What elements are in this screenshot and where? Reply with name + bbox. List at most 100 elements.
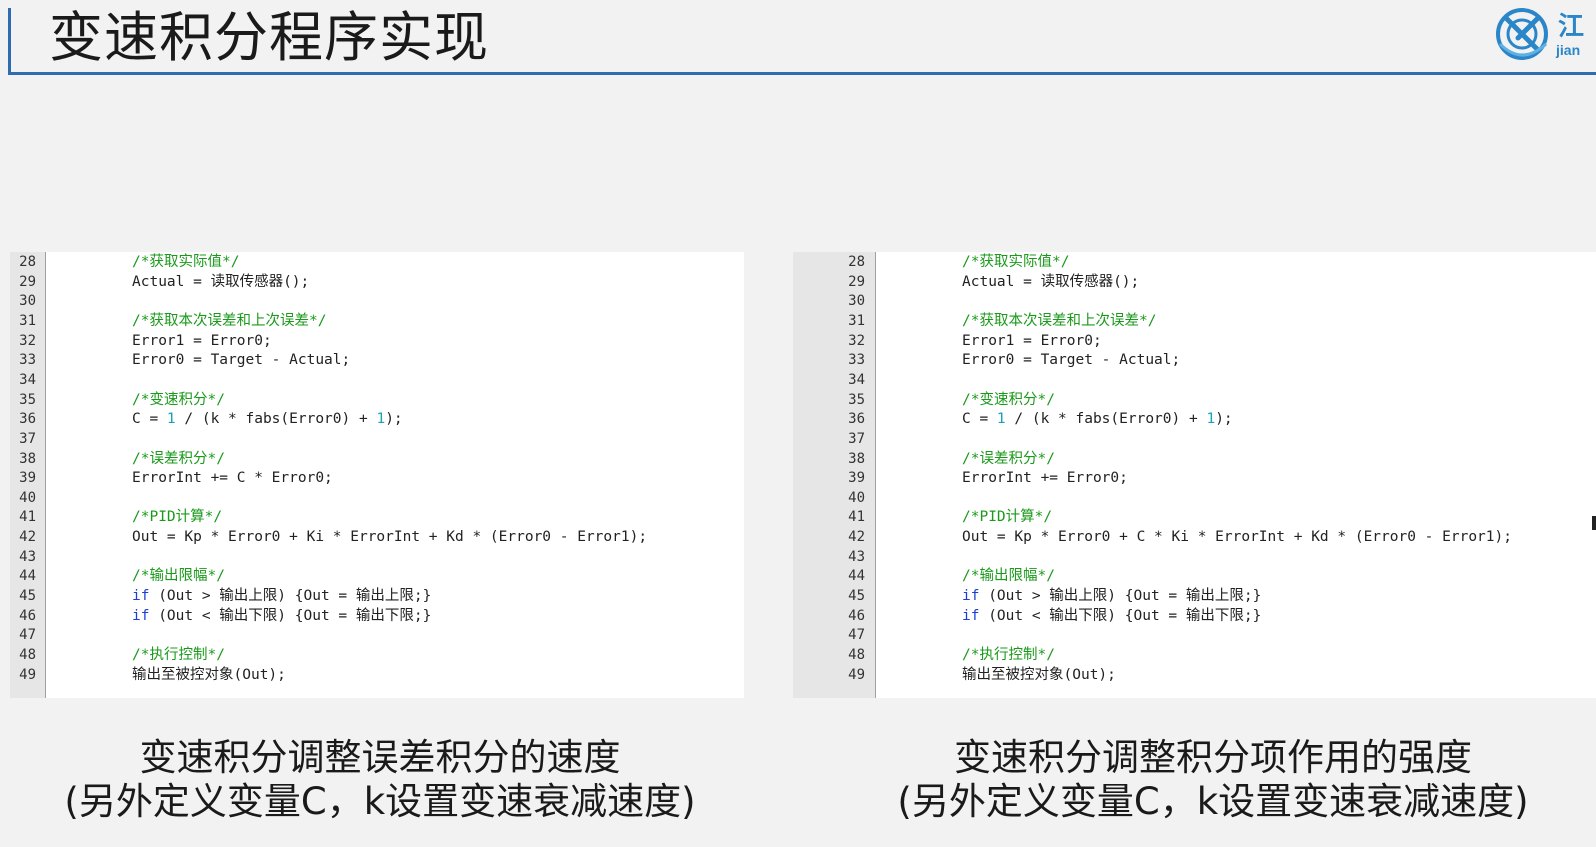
- line-number: 35: [848, 391, 865, 408]
- code-line: 45 if (Out > 输出上限) {Out = 输出上限;}: [10, 586, 744, 606]
- code-line: 28 /*获取实际值*/: [793, 252, 1596, 272]
- line-number: 33: [848, 352, 865, 369]
- caption-right-line2: (另外定义变量C，k设置变速衰减速度): [897, 780, 1529, 823]
- line-number: 43: [848, 548, 865, 565]
- code-line: 44 /*输出限幅*/: [10, 566, 744, 586]
- code-text: /*变速积分*/: [962, 391, 1055, 408]
- code-line: 44 /*输出限幅*/: [793, 566, 1596, 586]
- code-text: Actual = 读取传感器();: [962, 273, 1140, 290]
- line-number: 44: [19, 568, 36, 585]
- code-text: /*变速积分*/: [132, 391, 225, 408]
- code-line: 48 /*执行控制*/: [793, 645, 1596, 665]
- code-text: Error0 = Target - Actual;: [132, 352, 351, 369]
- code-line: 43: [10, 547, 744, 567]
- code-text: Out = Kp * Error0 + C * Ki * ErrorInt + …: [962, 529, 1512, 546]
- line-number: 40: [848, 489, 865, 506]
- caption-right: 变速积分调整积分项作用的强度 (另外定义变量C，k设置变速衰减速度): [853, 736, 1573, 824]
- line-number: 37: [19, 430, 36, 447]
- code-text: /*执行控制*/: [132, 647, 225, 663]
- code-text: /*PID计算*/: [132, 509, 223, 526]
- line-number: 34: [848, 371, 865, 388]
- code-line: 40: [793, 488, 1596, 508]
- code-text: /*PID计算*/: [962, 509, 1053, 526]
- code-line: 30: [10, 291, 744, 311]
- code-line: 33 Error0 = Target - Actual;: [793, 350, 1596, 370]
- line-number: 40: [19, 489, 36, 506]
- line-number: 47: [848, 627, 865, 644]
- line-number: 48: [19, 647, 36, 663]
- code-text: Error1 = Error0;: [962, 332, 1102, 349]
- code-panel-left: 28 /*获取实际值*/ 29 Actual = 读取传感器(); 30 31 /*获取本次…: [10, 252, 744, 698]
- code-line: 36 C = 1 / (k * fabs(Error0) + 1);: [10, 409, 744, 429]
- line-number: 33: [19, 352, 36, 369]
- line-number: 39: [19, 470, 36, 487]
- code-text: /*获取本次误差和上次误差*/: [132, 312, 327, 329]
- code-text: /*获取实际值*/: [962, 254, 1070, 270]
- caption-left-line1: 变速积分调整误差积分的速度: [139, 736, 621, 779]
- code-line: 39 ErrorInt += Error0;: [793, 468, 1596, 488]
- caption-right-line1: 变速积分调整积分项作用的强度: [954, 736, 1472, 779]
- code-line: 29 Actual = 读取传感器();: [10, 272, 744, 292]
- code-text: /*输出限幅*/: [132, 568, 225, 585]
- code-line: 35 /*变速积分*/: [10, 390, 744, 410]
- code-line: 39 ErrorInt += C * Error0;: [10, 468, 744, 488]
- line-number: 45: [848, 588, 865, 605]
- code-line: 31 /*获取本次误差和上次误差*/: [10, 311, 744, 331]
- code-text: ErrorInt += C * Error0;: [132, 470, 333, 487]
- code-line: 34: [793, 370, 1596, 390]
- code-line: 31 /*获取本次误差和上次误差*/: [793, 311, 1596, 331]
- line-number: 30: [848, 293, 865, 310]
- line-number: 31: [19, 312, 36, 329]
- line-number: 48: [848, 647, 865, 663]
- code-text: Out = Kp * Error0 + Ki * ErrorInt + Kd *…: [132, 529, 648, 546]
- logo-emblem-icon: [1496, 8, 1548, 60]
- caption-left-line2: (另外定义变量C，k设置变速衰减速度): [64, 780, 696, 823]
- code-line: 43: [793, 547, 1596, 567]
- line-number: 45: [19, 588, 36, 605]
- line-number: 35: [19, 391, 36, 408]
- code-line: 38 /*误差积分*/: [10, 449, 744, 469]
- code-text: if (Out < 输出下限) {Out = 输出下限;}: [132, 607, 432, 624]
- line-number: 47: [19, 627, 36, 644]
- caption-left: 变速积分调整误差积分的速度 (另外定义变量C，k设置变速衰减速度): [20, 736, 740, 824]
- code-text: if (Out > 输出上限) {Out = 输出上限;}: [962, 588, 1262, 605]
- code-line: 37: [793, 429, 1596, 449]
- code-line: 45 if (Out > 输出上限) {Out = 输出上限;}: [793, 586, 1596, 606]
- code-text: /*误差积分*/: [132, 450, 225, 467]
- code-text: Error1 = Error0;: [132, 332, 272, 349]
- code-text: 输出至被控对象(Out);: [132, 666, 286, 683]
- logo-text-sub: jian: [1556, 42, 1581, 58]
- code-line: 47: [793, 625, 1596, 645]
- scrollbar-marker: [1592, 516, 1596, 530]
- code-line: 28 /*获取实际值*/: [10, 252, 744, 272]
- line-number: 41: [848, 509, 865, 526]
- code-line: 37: [10, 429, 744, 449]
- code-line: 35 /*变速积分*/: [793, 390, 1596, 410]
- line-number: 49: [19, 666, 36, 683]
- code-line: 46 if (Out < 输出下限) {Out = 输出下限;}: [793, 606, 1596, 626]
- line-number: 36: [848, 411, 865, 428]
- code-line: 40: [10, 488, 744, 508]
- code-text: ErrorInt += Error0;: [962, 470, 1128, 487]
- code-line: 46 if (Out < 输出下限) {Out = 输出下限;}: [10, 606, 744, 626]
- line-number: 32: [848, 332, 865, 349]
- code-line: 36 C = 1 / (k * fabs(Error0) + 1);: [793, 409, 1596, 429]
- code-text: if (Out > 输出上限) {Out = 输出上限;}: [132, 588, 432, 605]
- code-text: Error0 = Target - Actual;: [962, 352, 1181, 369]
- code-text: C = 1 / (k * fabs(Error0) + 1);: [132, 411, 403, 428]
- logo-text-main: 江: [1558, 12, 1585, 42]
- code-line: 30: [793, 291, 1596, 311]
- code-text: 输出至被控对象(Out);: [962, 666, 1116, 683]
- line-number: 49: [848, 666, 865, 683]
- code-line: 33 Error0 = Target - Actual;: [10, 350, 744, 370]
- code-line: 48 /*执行控制*/: [10, 645, 744, 665]
- line-number: 39: [848, 470, 865, 487]
- logo: 江 jian: [1492, 4, 1596, 64]
- code-line: 42 Out = Kp * Error0 + C * Ki * ErrorInt …: [793, 527, 1596, 547]
- line-number: 29: [848, 273, 865, 290]
- line-number: 32: [19, 332, 36, 349]
- slide: 变速积分程序实现 江 jian 28 /*获取实际值*/ 29 Actual = 读取…: [0, 0, 1596, 847]
- code-text: Actual = 读取传感器();: [132, 273, 310, 290]
- code-text: /*获取实际值*/: [132, 254, 240, 270]
- code-line: 41 /*PID计算*/: [793, 507, 1596, 527]
